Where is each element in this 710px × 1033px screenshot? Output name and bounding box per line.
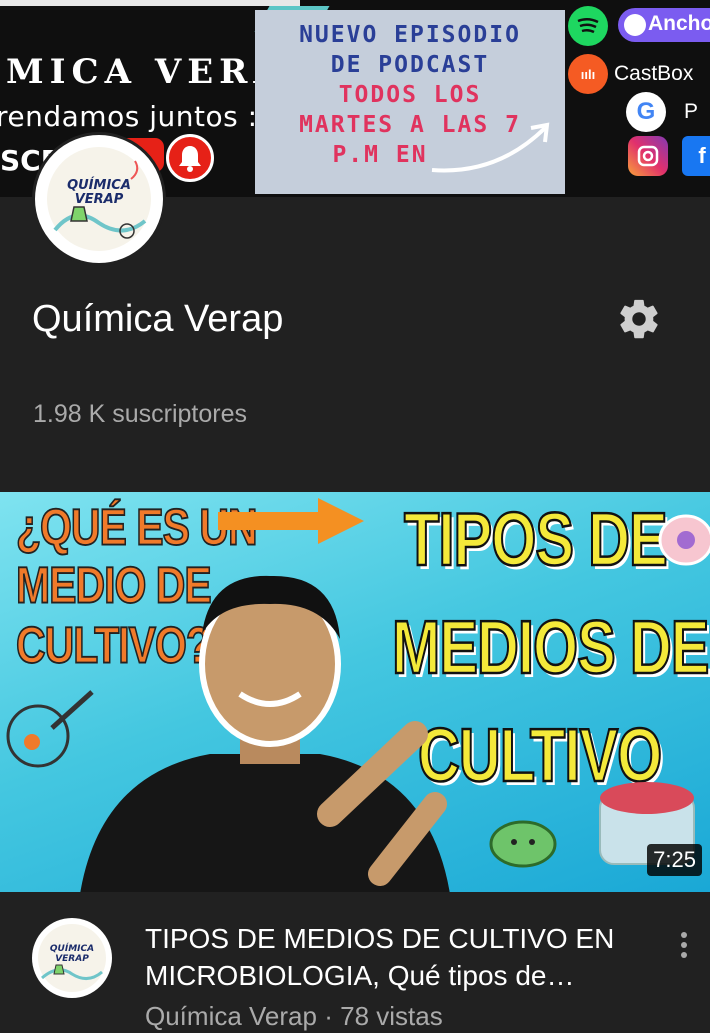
podcast-line-2: DE PODCAST (330, 52, 490, 78)
anchor-badge: Ancho (618, 8, 710, 42)
curved-arrow-icon (431, 122, 550, 173)
banner-top-line (0, 0, 300, 6)
instagram-icon (628, 136, 668, 176)
video-thumbnail[interactable]: ¿QUÉ ES UN MEDIO DE CULTIVO? TIPOS DE ME… (0, 492, 710, 892)
podcast-line-3: TODOS LOS (338, 82, 482, 108)
video-duration-badge: 7:25 (647, 844, 702, 876)
meta-avatar-text-1: QUÍMICA (49, 944, 95, 954)
anchor-label: Ancho (648, 12, 710, 35)
gear-icon[interactable] (616, 296, 662, 342)
podcast-line-1: NUEVO EPISODIO (299, 22, 521, 48)
video-channel-avatar[interactable]: QUÍMICA VERAP (32, 918, 112, 998)
banner-subtitle: rendamos juntos :) (0, 100, 269, 133)
bacteria-icon (489, 820, 557, 868)
presenter-illustration (80, 575, 450, 892)
video-metadata: Química Verap · 78 vistas (145, 1001, 443, 1032)
more-vert-icon[interactable] (674, 928, 694, 964)
google-podcasts-label: P (684, 100, 699, 123)
cell-icon (658, 514, 710, 566)
video-title[interactable]: TIPOS DE MEDIOS DE CULTIVO EN MICROBIOLO… (145, 920, 625, 994)
spotify-icon (568, 6, 608, 46)
podcast-announcement-card: NUEVO EPISODIO DE PODCAST TODOS LOS MART… (255, 10, 565, 194)
facebook-label: f (698, 143, 706, 168)
meta-avatar-text-2: VERAP (55, 954, 89, 964)
anchor-icon (624, 14, 646, 36)
video-channel-name[interactable]: Química Verap (145, 1001, 317, 1031)
castbox-label: CastBox (614, 62, 694, 85)
metadata-separator: · (324, 1001, 333, 1031)
avatar-text-line-1: QUÍMICA (67, 178, 131, 193)
castbox-icon: ıılı (568, 54, 608, 94)
subscriber-count: 1.98 K suscriptores (33, 400, 247, 428)
channel-avatar[interactable]: QUÍMICA VERAP (32, 132, 166, 266)
channel-name: Química Verap (32, 298, 284, 340)
video-view-count: 78 vistas (340, 1001, 443, 1031)
facebook-icon: f (682, 136, 710, 176)
google-podcasts-icon: G (626, 92, 666, 132)
avatar-text-line-2: VERAP (74, 192, 124, 207)
orange-arrow-icon (218, 498, 364, 544)
